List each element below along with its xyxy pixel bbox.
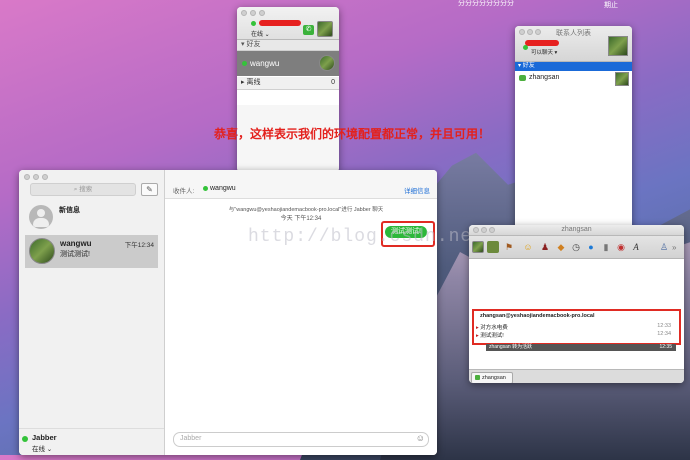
messages-window: ⌕ 搜索 ✎ 新信息 wangwu 下午12:34 测试测试! Jabber 在… [19,170,437,455]
contact-avatar [319,55,335,71]
contact-avatar[interactable] [472,241,484,253]
watermark: http://blog.csdn.net/ [248,227,496,247]
input-placeholder: Jabber [180,435,202,442]
group-header-offline[interactable]: ▸ 离线 0 [237,77,339,90]
compose-button[interactable]: ✎ [141,183,158,196]
offline-count: 0 [331,79,335,86]
color-icon[interactable]: ◉ [615,241,627,253]
chat-line: ▸ 测试测试! 12:34 [476,331,671,339]
phone-icon[interactable]: ✆ [303,25,314,35]
tab-zhangsan[interactable]: zhangsan [471,372,513,383]
redacted-name [525,40,559,46]
conversation-name: wangwu [60,239,92,248]
search-icon: ⌕ [73,186,78,193]
conversation-preview: 测试测试! [60,251,90,258]
chat-tab-bar: zhangsan [469,369,684,383]
signpost-icon[interactable]: ⚑ [503,241,515,253]
user-avatar[interactable] [608,36,628,56]
account-status[interactable]: Jabber 在线 ⌄ [19,428,164,455]
user-avatar[interactable] [317,21,333,37]
conversation-sidebar: ⌕ 搜索 ✎ 新信息 wangwu 下午12:34 测试测试! Jabber 在… [19,170,165,455]
search-field[interactable]: ⌕ 搜索 [30,183,136,196]
info-icon[interactable]: ● [585,241,597,253]
presence-dot [22,436,28,442]
person-icon[interactable]: ♟ [539,241,551,253]
contact-list-titlebar[interactable]: 联系人列表 可以聊天 ▾ [515,26,632,62]
conversation-time: 下午12:34 [124,242,154,249]
chat-window: zhangsan ⚑ ☺ ♟ ◆ ◷ ● ▮ ◉ A ♙ » zhangsan@… [469,225,684,383]
overflow-chevron-icon[interactable]: » [672,243,676,252]
chat-icon [519,75,526,81]
presence-dot [523,45,528,50]
to-label: 收件人: [173,188,195,195]
annotation-text: 恭喜，这样表示我们的环境配置都正常，并且可用！ [214,127,491,141]
desktop-label-1: 分分分分分分分分 [458,0,514,7]
status-menu[interactable]: 在线 ⌄ [251,29,270,38]
recipient-name[interactable]: wangwu [210,185,236,192]
chat-titlebar[interactable]: zhangsan [469,225,684,236]
contact-name: wangwu [250,59,280,68]
buddy-titlebar[interactable]: 在线 ⌄ ✆ [237,7,339,40]
status-line: zhangsan 转为活跃 12:35 [486,344,676,351]
font-icon[interactable]: A [630,241,642,253]
smiley-icon[interactable]: ☺ [522,241,534,253]
conversation-pane: 收件人: wangwu 详细信息 与"wangwu@yeshaojiandema… [165,170,437,455]
minimize-button[interactable] [250,10,256,16]
chat-icon [475,375,480,381]
file-icon[interactable]: ▮ [600,241,612,253]
contact-avatar [615,72,629,86]
zoom-button[interactable] [259,10,265,16]
zoom-button[interactable] [42,174,48,180]
chat-line: ▸ 对方水电费 12:33 [476,323,671,331]
message-input[interactable]: Jabber ☺ [173,432,429,447]
contact-list-window: 联系人列表 可以聊天 ▾ ▾ 好友 zhangsan [515,26,632,232]
status-menu[interactable]: 可以聊天 ▾ [531,48,557,56]
clock-icon[interactable]: ◷ [570,241,582,253]
group-header-friends[interactable]: ▾ 好友 [515,62,632,71]
placeholder-avatar [29,205,53,229]
account-name: Jabber [32,433,57,442]
contact-row-zhangsan[interactable]: zhangsan [515,72,632,86]
emoji-icon[interactable]: ☺ [416,433,425,443]
session-info: 与"wangwu@yeshaojiandemacbook-pro.local"进… [228,207,384,213]
buddy-window: 在线 ⌄ ✆ ▾ 好友 wangwu ▸ 离线 0 [237,7,339,172]
window-title: zhangsan [561,226,592,233]
desktop-label-2: 期止 [604,2,618,9]
new-message-row[interactable]: 新信息 [19,201,164,233]
redacted-name [259,20,301,26]
sender-address: zhangsan@yeshaojiandemacbook-pro.local [480,313,595,319]
presence-dot [203,186,208,191]
presence-dot [242,61,247,66]
warning-icon[interactable]: ◆ [555,241,567,253]
status-menu[interactable]: 在线 ⌄ [32,443,52,453]
recipient-bar: 收件人: wangwu 详细信息 [165,170,437,199]
contact-avatar [29,238,55,264]
chat-toolbar: ⚑ ☺ ♟ ◆ ◷ ● ▮ ◉ A ♙ » [469,236,684,259]
details-link[interactable]: 详细信息 [404,185,430,195]
contact-row-wangwu[interactable]: wangwu [237,51,339,76]
new-message-label: 新信息 [59,207,80,214]
group-header-friends[interactable]: ▾ 好友 [237,40,339,51]
presence-dot [251,21,256,26]
close-button[interactable] [241,10,247,16]
contact-name: zhangsan [529,74,560,81]
conversation-row-wangwu[interactable]: wangwu 下午12:34 测试测试! [25,235,158,268]
profile-icon[interactable]: ♙ [658,241,670,253]
block-icon[interactable] [487,241,499,253]
highlight-box: zhangsan@yeshaojiandemacbook-pro.local ▸… [472,309,681,345]
close-button[interactable] [24,174,30,180]
minimize-button[interactable] [33,174,39,180]
